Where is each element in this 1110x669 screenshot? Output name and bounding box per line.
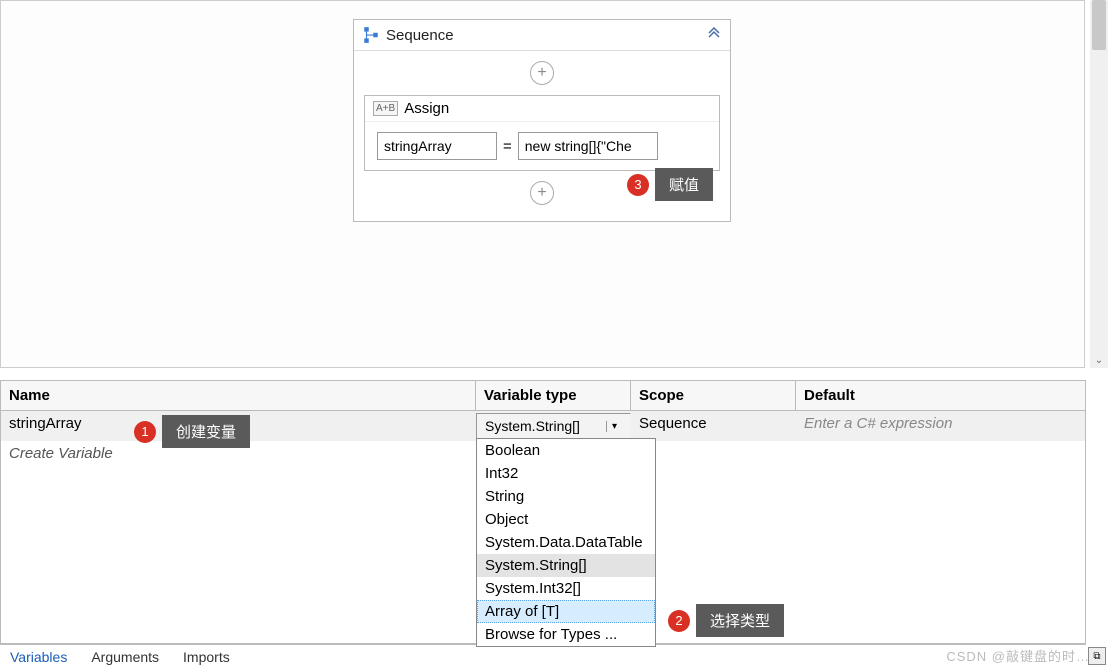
assign-title: Assign (404, 100, 449, 117)
equals-sign: = (503, 138, 512, 155)
dropdown-item[interactable]: String (477, 485, 655, 508)
var-default-cell[interactable]: Enter a C# expression (796, 411, 1085, 441)
dropdown-item[interactable]: Int32 (477, 462, 655, 485)
sequence-header[interactable]: Sequence (354, 20, 730, 51)
var-type-cell[interactable]: System.String[] ▾ (476, 411, 631, 441)
callout-3-num: 3 (627, 174, 649, 196)
callout-3-label: 赋值 (655, 168, 713, 201)
dropdown-item[interactable]: Boolean (477, 439, 655, 462)
tab-imports[interactable]: Imports (183, 649, 230, 665)
assign-body: = (365, 122, 719, 170)
assign-header[interactable]: A+B Assign (365, 96, 719, 122)
sequence-icon (362, 26, 380, 44)
tab-variables[interactable]: Variables (10, 649, 67, 665)
assign-activity[interactable]: A+B Assign = (364, 95, 720, 171)
dropdown-item[interactable]: Object (477, 508, 655, 531)
scroll-down-icon[interactable]: ⌄ (1092, 355, 1106, 366)
dropdown-item[interactable]: System.Int32[] (477, 577, 655, 600)
callout-2-label: 选择类型 (696, 604, 784, 637)
col-header-name[interactable]: Name (1, 381, 476, 410)
dropdown-item[interactable]: Array of [T] (477, 600, 655, 623)
callout-1: 1 创建变量 (134, 415, 250, 448)
dropdown-item[interactable]: Browse for Types ... (477, 623, 655, 646)
tab-arguments[interactable]: Arguments (91, 649, 159, 665)
callout-1-label: 创建变量 (162, 415, 250, 448)
col-header-type[interactable]: Variable type (476, 381, 631, 410)
type-combo-value: System.String[] (485, 418, 606, 434)
col-header-scope[interactable]: Scope (631, 381, 796, 410)
assign-icon: A+B (373, 101, 398, 116)
callout-2-num: 2 (668, 610, 690, 632)
assign-value-input[interactable] (518, 132, 658, 160)
add-activity-top[interactable]: + (530, 61, 554, 85)
collapse-icon[interactable] (706, 27, 722, 43)
col-header-default[interactable]: Default (796, 381, 1085, 410)
var-scope-cell[interactable]: Sequence (631, 411, 796, 441)
variable-type-dropdown[interactable]: BooleanInt32StringObjectSystem.Data.Data… (476, 438, 656, 647)
callout-1-num: 1 (134, 421, 156, 443)
restore-window-icon[interactable]: ⧉ (1088, 647, 1106, 665)
bottom-tabs: Variables Arguments Imports (0, 644, 1086, 668)
sequence-title: Sequence (386, 27, 706, 44)
callout-3: 3 赋值 (627, 168, 713, 201)
add-activity-bottom[interactable]: + (530, 181, 554, 205)
dropdown-item[interactable]: System.String[] (477, 554, 655, 577)
dropdown-item[interactable]: System.Data.DataTable (477, 531, 655, 554)
scroll-thumb[interactable] (1092, 0, 1106, 50)
watermark: CSDN @敲键盘的时… (946, 646, 1090, 665)
assign-to-input[interactable] (377, 132, 497, 160)
designer-canvas[interactable]: Sequence + A+B Assign = + (0, 0, 1085, 368)
vertical-scrollbar[interactable]: ⌄ (1090, 0, 1108, 368)
variable-type-combobox[interactable]: System.String[] ▾ (476, 413, 631, 439)
callout-2: 2 选择类型 (668, 604, 784, 637)
variables-header-row: Name Variable type Scope Default (1, 381, 1085, 411)
chevron-down-icon[interactable]: ▾ (606, 421, 622, 432)
